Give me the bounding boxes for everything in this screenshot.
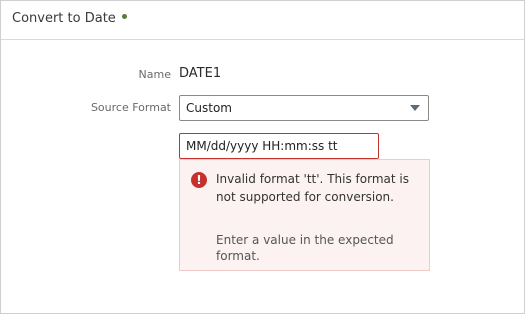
name-label: Name [138, 68, 171, 81]
source-format-label: Source Format [90, 101, 171, 114]
source-format-select[interactable]: Custom [179, 95, 429, 121]
source-format-selected-value: Custom [186, 101, 232, 115]
validation-error-box: ! Invalid format 'tt'. This format is no… [179, 159, 430, 271]
chevron-down-icon[interactable] [410, 105, 420, 111]
panel-header: Convert to Date [1, 1, 524, 40]
error-message: Invalid format 'tt'. This format is not … [216, 172, 409, 204]
panel-title: Convert to Date [12, 11, 127, 26]
panel-title-text: Convert to Date [12, 11, 116, 26]
name-value: DATE1 [179, 66, 222, 81]
custom-format-input[interactable] [179, 133, 379, 159]
status-dot-icon [121, 14, 127, 19]
error-help-text: Enter a value in the expected format. [216, 233, 394, 263]
error-icon: ! [191, 172, 207, 188]
convert-to-date-panel: Convert to Date Name DATE1 Source Format… [0, 0, 525, 314]
